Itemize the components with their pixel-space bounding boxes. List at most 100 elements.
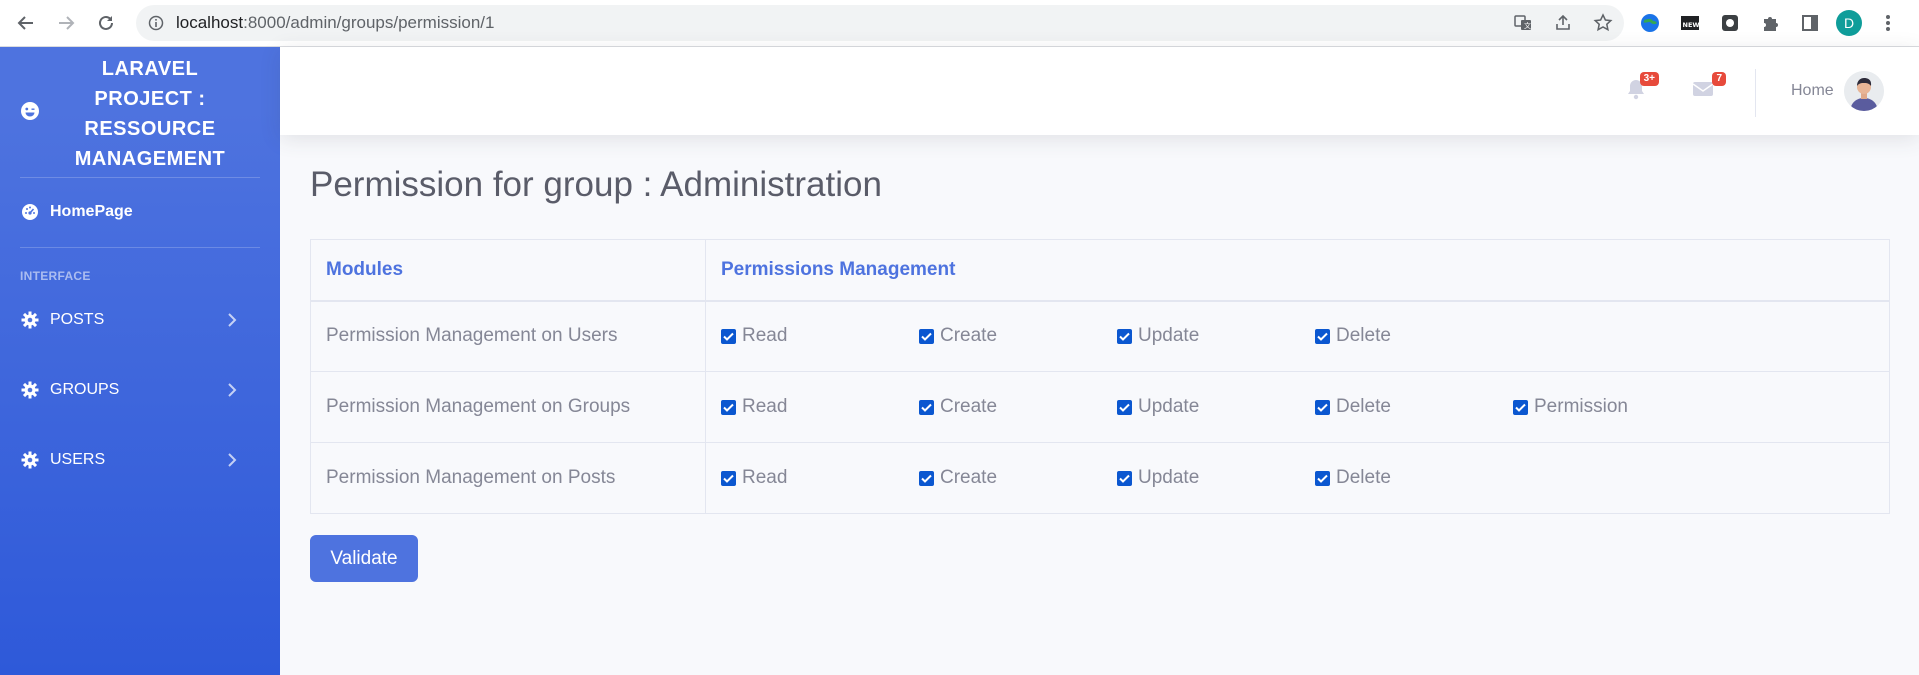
share-icon[interactable] — [1550, 10, 1576, 36]
browser-toolbar: localhost:8000/admin/groups/permission/1… — [0, 0, 1919, 47]
laugh-wink-icon — [20, 101, 40, 121]
media-extension-icon[interactable] — [1716, 9, 1744, 37]
permission-label: Read — [742, 396, 788, 417]
forward-icon[interactable] — [46, 3, 86, 43]
permission-label: Read — [742, 325, 788, 347]
messages-badge: 7 — [1712, 72, 1726, 86]
permission-checkbox-permission[interactable]: Permission — [1513, 396, 1628, 418]
sidebar-heading: INTERFACE — [20, 269, 91, 283]
side-panel-icon[interactable] — [1796, 9, 1824, 37]
avatar[interactable] — [1844, 71, 1884, 111]
table-row: Permission Management on Posts Read Crea… — [310, 442, 1890, 514]
permission-checkbox-update[interactable]: Update — [1117, 467, 1199, 489]
extensions-puzzle-icon[interactable] — [1756, 9, 1784, 37]
checkbox-checked-icon[interactable] — [919, 328, 934, 344]
cog-icon — [20, 450, 40, 470]
permission-label: Create — [940, 325, 998, 347]
validate-button[interactable]: Validate — [310, 535, 418, 582]
sidebar-item-posts[interactable]: POSTS — [20, 305, 260, 335]
address-bar[interactable]: localhost:8000/admin/groups/permission/1… — [136, 5, 1624, 41]
cog-icon — [20, 380, 40, 400]
sidebar-item-homepage[interactable]: HomePage — [20, 197, 260, 227]
permission-checkbox-delete[interactable]: Delete — [1315, 467, 1391, 489]
topbar-divider — [1755, 69, 1756, 117]
checkbox-checked-icon[interactable] — [721, 328, 736, 344]
dashboard-icon — [20, 202, 40, 222]
checkbox-checked-icon[interactable] — [919, 470, 934, 486]
module-name: Permission Management on Posts — [310, 442, 706, 514]
permissions-cell: Read Create Update Delete — [705, 442, 1890, 514]
chevron-right-icon — [226, 312, 238, 328]
permission-label: Update — [1138, 467, 1200, 488]
column-header-permissions: Permissions Management — [705, 239, 1890, 302]
table-header-row: Modules Permissions Management — [310, 239, 1890, 302]
messages-dropdown[interactable]: 7 — [1690, 72, 1726, 104]
cog-icon — [20, 310, 40, 330]
checkbox-checked-icon[interactable] — [919, 399, 934, 415]
permission-label: Read — [742, 467, 788, 488]
module-name: Permission Management on Users — [310, 300, 706, 372]
back-icon[interactable] — [6, 3, 46, 43]
checkbox-checked-icon[interactable] — [1315, 328, 1330, 344]
alerts-badge: 3+ — [1639, 72, 1659, 86]
globe-extension-icon[interactable] — [1636, 9, 1664, 37]
permission-checkbox-update[interactable]: Update — [1117, 325, 1199, 347]
permissions-table: Modules Permissions Management Permissio… — [310, 239, 1890, 514]
permission-checkbox-read[interactable]: Read — [721, 467, 787, 489]
table-row: Permission Management on Users Read Crea… — [310, 300, 1890, 372]
checkbox-checked-icon[interactable] — [1117, 399, 1132, 415]
checkbox-checked-icon[interactable] — [1513, 399, 1528, 415]
url-text: localhost:8000/admin/groups/permission/1 — [176, 13, 494, 33]
menu-dots-icon[interactable] — [1874, 9, 1902, 37]
permission-checkbox-delete[interactable]: Delete — [1315, 396, 1391, 418]
chevron-right-icon — [226, 452, 238, 468]
sidebar-item-users[interactable]: USERS — [20, 445, 260, 475]
permission-label: Permission — [1534, 396, 1628, 417]
permission-checkbox-read[interactable]: Read — [721, 396, 787, 418]
new-extension-icon[interactable]: NEW — [1676, 9, 1704, 37]
brand-title: LARAVEL PROJECT : RESSOURCE MANAGEMENT — [74, 58, 226, 170]
sidebar-item-label: GROUPS — [50, 381, 120, 398]
svg-text:NEW: NEW — [1683, 21, 1700, 29]
translate-icon[interactable]: 文 — [1510, 10, 1536, 36]
permission-checkbox-create[interactable]: Create — [919, 325, 997, 347]
profile-avatar[interactable]: D — [1836, 10, 1862, 36]
checkbox-checked-icon[interactable] — [1315, 470, 1330, 486]
permission-checkbox-read[interactable]: Read — [721, 325, 787, 347]
sidebar-item-groups[interactable]: GROUPS — [20, 375, 260, 405]
site-info-icon[interactable] — [148, 15, 164, 31]
permissions-cell: Read Create Update Delete Permission — [705, 371, 1890, 443]
reload-icon[interactable] — [86, 3, 126, 43]
topbar: 3+ 7 Home — [280, 47, 1919, 135]
permission-checkbox-update[interactable]: Update — [1117, 396, 1199, 418]
alerts-dropdown[interactable]: 3+ — [1623, 72, 1659, 104]
permission-label: Create — [940, 396, 998, 417]
user-name[interactable]: Home — [1791, 82, 1834, 100]
sidebar-item-label: USERS — [50, 451, 106, 468]
sidebar: LARAVEL PROJECT : RESSOURCE MANAGEMENT H… — [0, 47, 280, 675]
checkbox-checked-icon[interactable] — [1315, 399, 1330, 415]
permission-checkbox-create[interactable]: Create — [919, 396, 997, 418]
checkbox-checked-icon[interactable] — [1117, 470, 1132, 486]
sidebar-brand[interactable]: LARAVEL PROJECT : RESSOURCE MANAGEMENT — [0, 47, 280, 177]
permission-checkbox-create[interactable]: Create — [919, 467, 997, 489]
checkbox-checked-icon[interactable] — [721, 470, 736, 486]
permission-label: Delete — [1336, 396, 1391, 417]
column-header-modules: Modules — [310, 239, 706, 302]
checkbox-checked-icon[interactable] — [721, 399, 736, 415]
page-title: Permission for group : Administration — [310, 165, 882, 204]
chevron-right-icon — [226, 382, 238, 398]
sidebar-divider — [20, 247, 260, 248]
permission-checkbox-delete[interactable]: Delete — [1315, 325, 1391, 347]
permission-label: Delete — [1336, 467, 1391, 488]
checkbox-checked-icon[interactable] — [1117, 328, 1132, 344]
module-name: Permission Management on Groups — [310, 371, 706, 443]
permission-label: Update — [1138, 396, 1200, 417]
bookmark-star-icon[interactable] — [1590, 10, 1616, 36]
sidebar-item-label: POSTS — [50, 311, 105, 328]
sidebar-divider — [20, 177, 260, 178]
permissions-cell: Read Create Update Delete — [705, 300, 1890, 372]
url-host: localhost — [176, 13, 244, 32]
svg-text:文: 文 — [1524, 21, 1531, 30]
url-path: :8000/admin/groups/permission/1 — [243, 13, 495, 32]
